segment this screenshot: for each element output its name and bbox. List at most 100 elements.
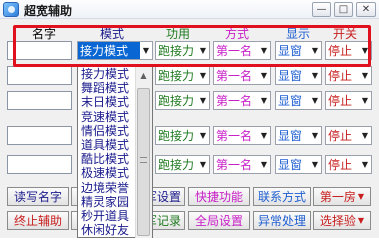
dropdown-option[interactable]: 休闲好友: [81, 224, 129, 237]
chevron-down-icon: ▼: [199, 96, 207, 105]
name-input-row-3[interactable]: [7, 91, 72, 110]
chevron-down-icon: ▼: [260, 160, 268, 169]
skill-value: 跑接力: [158, 158, 195, 172]
display-select-row-5[interactable]: 显窗 ▼: [275, 155, 322, 174]
chevron-down-icon: ▼: [199, 46, 207, 55]
contact-button[interactable]: 联系方式: [253, 187, 311, 206]
skill-select-row-5[interactable]: 跑接力 ▼: [155, 155, 210, 174]
chevron-down-icon: ▼: [260, 96, 268, 105]
skill-select-row-2[interactable]: 跑接力 ▼: [155, 66, 210, 85]
dropdown-option[interactable]: 情侣模式: [81, 124, 129, 138]
dropdown-option[interactable]: 舞蹈模式: [81, 82, 129, 95]
method-value: 第一名: [216, 129, 253, 143]
chevron-down-icon: ▼: [311, 131, 319, 140]
method-select-row-3[interactable]: 第一名 ▼: [213, 91, 271, 110]
quick-function-button[interactable]: 快捷功能: [188, 187, 250, 206]
window-title: 超宽辅助: [24, 4, 73, 18]
switch-select-row-2[interactable]: 停止 ▼: [325, 66, 372, 85]
grip-icon: [140, 157, 147, 163]
chevron-down-icon: ▼: [311, 71, 319, 80]
mode-value: 接力模式: [78, 42, 140, 59]
exit-helper-button[interactable]: 终止辅助: [7, 211, 69, 230]
chevron-down-icon: ▼: [311, 46, 319, 55]
header-switch: 开关: [333, 27, 358, 41]
name-input-row-1[interactable]: [7, 41, 72, 60]
chevron-down-icon: ▼: [357, 216, 365, 225]
name-input-row-4[interactable]: [7, 126, 72, 145]
display-select-row-4[interactable]: 显窗 ▼: [275, 126, 322, 145]
header-name: 名字: [32, 27, 57, 41]
switch-select-row-5[interactable]: 停止 ▼: [325, 155, 372, 174]
dropdown-option[interactable]: 酷比模式: [81, 153, 129, 166]
switch-select-row-1[interactable]: 停止 ▼: [325, 41, 372, 60]
skill-value: 跑接力: [158, 69, 195, 83]
switch-value: 停止: [328, 94, 353, 108]
minimize-icon: —: [316, 3, 327, 15]
chevron-down-icon: ▼: [361, 131, 369, 140]
name-input-row-2[interactable]: [7, 66, 72, 85]
global-settings-button[interactable]: 全局设置: [188, 211, 250, 230]
display-select-row-3[interactable]: 显窗 ▼: [275, 91, 322, 110]
dropdown-option[interactable]: 边境荣誉: [81, 181, 129, 195]
select-test-select[interactable]: 选择验 ▼: [313, 211, 371, 230]
write-name-button[interactable]: 读写名字: [7, 187, 69, 206]
display-select-row-2[interactable]: 显窗 ▼: [275, 66, 322, 85]
dropdown-option[interactable]: 接力模式: [81, 68, 129, 81]
method-select-row-5[interactable]: 第一名 ▼: [213, 155, 271, 174]
name-input-row-5[interactable]: [7, 155, 72, 174]
dropdown-option[interactable]: 道具模式: [81, 139, 129, 152]
chevron-down-icon: ▼: [142, 46, 150, 55]
switch-value: 停止: [328, 158, 353, 172]
header-method: 方式: [225, 27, 250, 41]
dropdown-option[interactable]: 末日模式: [81, 96, 129, 109]
chevron-down-icon: ▼: [260, 71, 268, 80]
close-icon: ✕: [361, 3, 371, 15]
chevron-down-icon: ▼: [260, 131, 268, 140]
dropdown-option[interactable]: 极速模式: [81, 167, 129, 180]
app-logo-icon: [3, 2, 19, 17]
display-value: 显窗: [278, 69, 303, 83]
scroll-up-icon[interactable]: ▲: [137, 70, 150, 82]
dropdown-option[interactable]: 精灵家园: [81, 195, 129, 209]
skill-value: 跑接力: [158, 94, 195, 108]
chevron-down-icon: ▼: [311, 96, 319, 105]
chevron-down-icon: ▼: [361, 160, 369, 169]
close-button[interactable]: ✕: [356, 2, 376, 17]
skill-select-row-3[interactable]: 跑接力 ▼: [155, 91, 210, 110]
skill-select-row-1[interactable]: 跑接力 ▼: [155, 41, 210, 60]
switch-value: 停止: [328, 69, 353, 83]
dropdown-option[interactable]: 竞速模式: [81, 110, 129, 124]
switch-select-row-3[interactable]: 停止 ▼: [325, 91, 372, 110]
method-value: 第一名: [216, 44, 253, 58]
chevron-down-icon: ▼: [199, 160, 207, 169]
display-select-row-1[interactable]: 显窗 ▼: [275, 41, 322, 60]
minimize-button[interactable]: —: [312, 2, 331, 17]
switch-value: 停止: [328, 44, 353, 58]
method-value: 第一名: [216, 94, 253, 108]
skill-select-row-4[interactable]: 跑接力 ▼: [155, 126, 210, 145]
display-value: 显窗: [278, 129, 303, 143]
switch-select-row-4[interactable]: 停止 ▼: [325, 126, 372, 145]
chevron-down-icon: ▼: [357, 192, 365, 201]
chevron-down-icon: ▼: [260, 46, 268, 55]
skill-value: 跑接力: [158, 129, 195, 143]
dropdown-option[interactable]: 秒开道具: [81, 210, 129, 223]
display-value: 显窗: [278, 44, 303, 58]
first-room-select[interactable]: 第一房 ▼: [313, 187, 371, 206]
chevron-down-icon: ▼: [311, 160, 319, 169]
header-display: 显示: [286, 27, 311, 41]
chevron-down-icon: ▼: [199, 71, 207, 80]
select-test-value: 选择验: [319, 214, 356, 228]
method-select-row-1[interactable]: 第一名 ▼: [213, 41, 271, 60]
method-select-row-4[interactable]: 第一名 ▼: [213, 126, 271, 145]
mode-select-row-1[interactable]: 接力模式 ▼: [77, 41, 153, 60]
exception-handling-button[interactable]: 异常处理: [253, 211, 311, 230]
maximize-icon: □: [338, 3, 349, 15]
chevron-down-icon: ▼: [361, 46, 369, 55]
maximize-button[interactable]: □: [334, 2, 353, 17]
switch-value: 停止: [328, 129, 353, 143]
chevron-down-icon: ▼: [361, 71, 369, 80]
display-value: 显窗: [278, 158, 303, 172]
method-select-row-2[interactable]: 第一名 ▼: [213, 66, 271, 85]
display-value: 显窗: [278, 94, 303, 108]
